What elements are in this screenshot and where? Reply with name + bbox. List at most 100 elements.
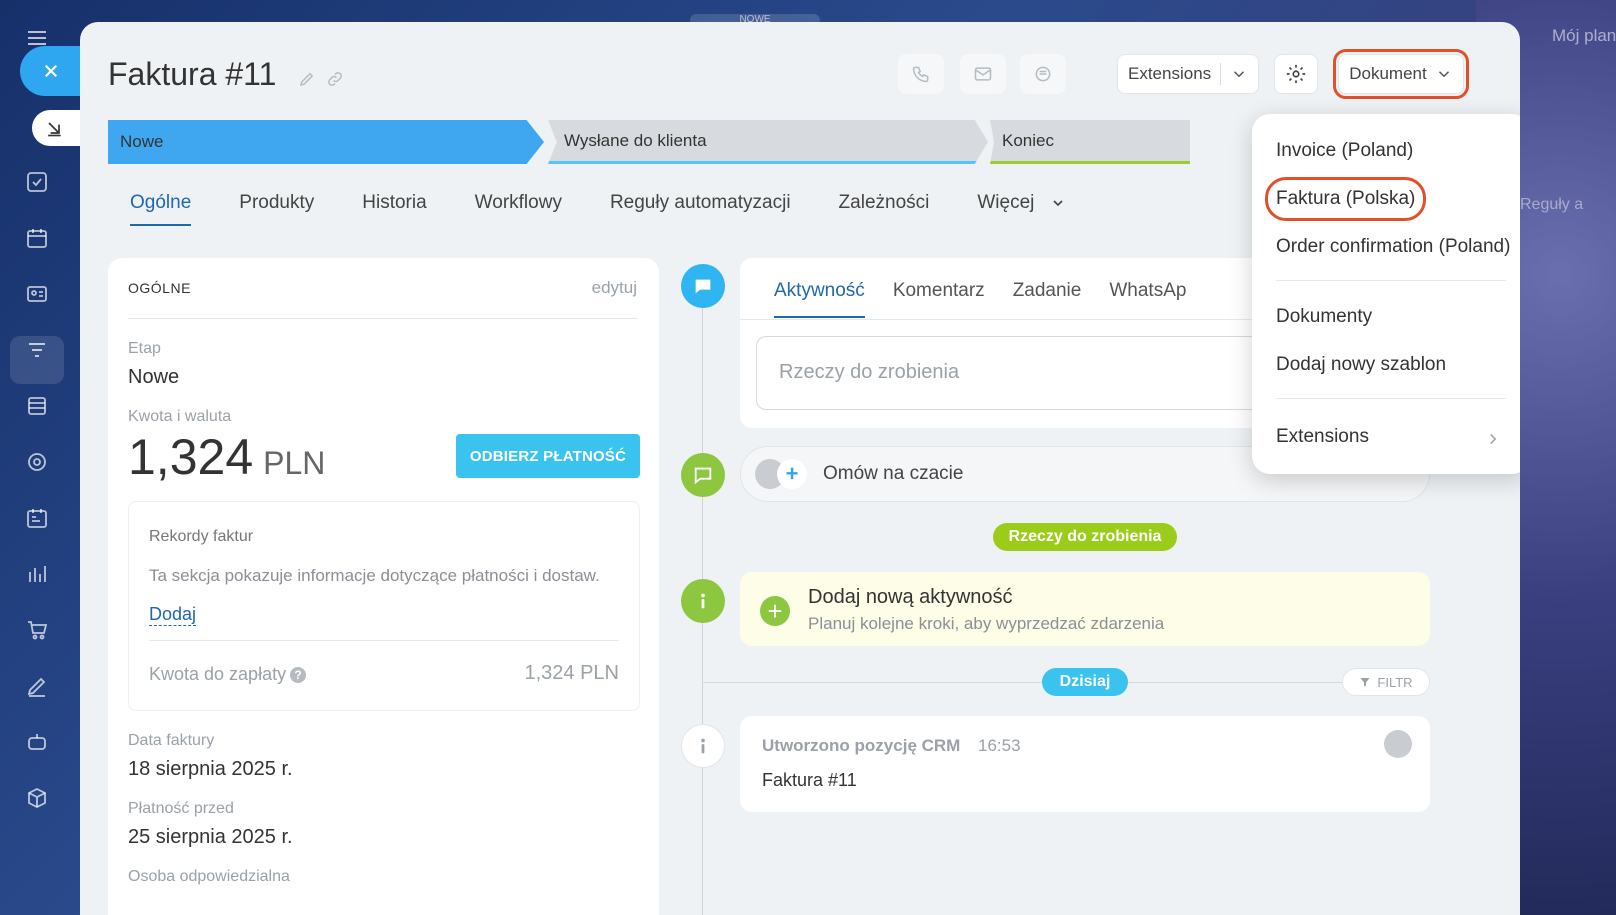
timeline-log-dot bbox=[681, 724, 725, 768]
tab-history[interactable]: Historia bbox=[362, 192, 426, 226]
chevron-down-icon bbox=[1053, 200, 1063, 207]
menu-item-add-template[interactable]: Dodaj nowy szablon bbox=[1276, 354, 1446, 376]
pencil-icon[interactable] bbox=[298, 70, 316, 88]
stage-new[interactable]: Nowe bbox=[108, 120, 544, 164]
background-rules-text: Reguły a bbox=[1520, 196, 1584, 213]
store-icon[interactable] bbox=[24, 394, 50, 418]
timeline-activity-dot bbox=[681, 264, 725, 308]
calendar-icon[interactable] bbox=[24, 226, 50, 250]
dokument-button[interactable]: Dokument bbox=[1333, 49, 1469, 99]
page-title: Faktura #11 bbox=[108, 56, 277, 92]
todo-group-pill: Rzeczy do zrobienia bbox=[993, 523, 1177, 551]
sign-icon[interactable] bbox=[24, 674, 50, 698]
email-button[interactable] bbox=[960, 54, 1006, 94]
tab-dependencies[interactable]: Zależności bbox=[839, 192, 930, 226]
log-title: Utworzono pozycję CRM bbox=[762, 736, 961, 755]
records-description: Ta sekcja pokazuje informacje dotyczące … bbox=[149, 566, 600, 585]
responsible-label: Osoba odpowiedzialna bbox=[128, 868, 290, 885]
extensions-button[interactable]: Extensions bbox=[1117, 54, 1259, 94]
invoice-panel: Faktura #11 Extensions Dokument Nowe Wys… bbox=[80, 22, 1520, 915]
box-icon[interactable] bbox=[24, 786, 50, 810]
plus-icon[interactable]: + bbox=[777, 459, 807, 489]
tab-workflows[interactable]: Workflowy bbox=[475, 192, 562, 226]
invoice-date-value: 18 sierpnia 2025 r. bbox=[128, 758, 293, 780]
add-activity-subtitle: Planuj kolejne kroki, aby wyprzedzać zda… bbox=[808, 614, 1165, 633]
dokument-label: Dokument bbox=[1349, 64, 1427, 83]
stage-value: Nowe bbox=[128, 366, 180, 388]
add-record-link[interactable]: Dodaj bbox=[149, 604, 197, 626]
tab-automation-rules[interactable]: Reguły automatyzacji bbox=[610, 192, 791, 226]
tab-general[interactable]: Ogólne bbox=[130, 192, 192, 226]
extensions-label: Extensions bbox=[1128, 64, 1212, 83]
chat-icon bbox=[1035, 66, 1051, 82]
add-activity-title: Dodaj nową aktywność bbox=[808, 586, 1013, 608]
robot-icon[interactable] bbox=[24, 730, 50, 754]
pay-before-value: 25 sierpnia 2025 r. bbox=[128, 826, 293, 848]
link-icon[interactable] bbox=[326, 70, 344, 88]
chevron-down-icon bbox=[1438, 71, 1449, 78]
stage-end[interactable]: Koniec bbox=[990, 120, 1190, 164]
planner-icon[interactable] bbox=[24, 506, 50, 530]
stage-sent[interactable]: Wysłane do klienta bbox=[548, 120, 988, 164]
plus-circle-icon[interactable]: + bbox=[760, 596, 790, 626]
amount-due-label: Kwota do zapłaty ? bbox=[149, 664, 307, 685]
log-time: 16:53 bbox=[978, 736, 1021, 755]
amount-due-value: 1,324 PLN bbox=[524, 662, 619, 684]
avatar[interactable] bbox=[1384, 730, 1412, 758]
activity-tabs: Aktywność Komentarz Zadanie WhatsAp bbox=[774, 280, 1186, 318]
chat-button[interactable] bbox=[1020, 54, 1066, 94]
contacts-icon[interactable] bbox=[24, 282, 50, 306]
pay-before-label: Płatność przed bbox=[128, 800, 234, 817]
general-heading: OGÓLNE bbox=[128, 280, 191, 296]
timeline-info-dot bbox=[681, 579, 725, 623]
settings-button[interactable] bbox=[1274, 54, 1318, 94]
log-body: Faktura #11 bbox=[762, 770, 857, 790]
background-my-plan: Mój plan bbox=[1552, 26, 1616, 45]
call-button[interactable] bbox=[898, 54, 944, 94]
arrow-down-right-icon bbox=[48, 122, 61, 137]
general-card: OGÓLNE edytuj Etap Nowe Kwota i waluta 1… bbox=[108, 258, 659, 915]
tasks-icon[interactable] bbox=[24, 170, 50, 194]
info-icon bbox=[701, 593, 705, 609]
title-actions bbox=[298, 70, 344, 88]
tab-whatsapp[interactable]: WhatsAp bbox=[1109, 280, 1186, 318]
target-icon[interactable] bbox=[24, 450, 50, 474]
stage-label: Etap bbox=[128, 340, 161, 357]
info-icon bbox=[701, 738, 705, 754]
receive-payment-button[interactable]: ODBIERZ PŁATNOŚĆ bbox=[456, 434, 640, 478]
chevron-right-icon bbox=[1490, 433, 1497, 445]
close-icon bbox=[44, 64, 58, 78]
today-pill: Dzisiaj bbox=[1042, 668, 1128, 696]
chat-bubble-icon bbox=[694, 467, 712, 485]
gear-icon bbox=[1286, 64, 1306, 84]
dokument-dropdown-menu: Invoice (Poland) Faktura (Polska) Order … bbox=[1252, 114, 1520, 474]
chevron-down-icon bbox=[1233, 71, 1245, 78]
funnel-icon[interactable] bbox=[24, 338, 50, 362]
records-title: Rekordy faktur bbox=[149, 528, 254, 545]
tab-comment[interactable]: Komentarz bbox=[893, 280, 985, 318]
menu-item-invoice-poland[interactable]: Invoice (Poland) bbox=[1276, 140, 1413, 162]
filter-icon bbox=[1360, 678, 1370, 687]
tab-products[interactable]: Produkty bbox=[239, 192, 314, 226]
menu-item-faktura-polska[interactable]: Faktura (Polska) bbox=[1264, 177, 1427, 221]
menu-item-order-confirmation[interactable]: Order confirmation (Poland) bbox=[1276, 236, 1510, 258]
history-log-item: Utworzono pozycję CRM 16:53 Faktura #11 bbox=[740, 716, 1430, 812]
add-activity-card[interactable]: + Dodaj nową aktywność Planuj kolejne kr… bbox=[740, 572, 1430, 646]
timeline-chat-dot bbox=[681, 453, 725, 497]
menu-item-extensions[interactable]: Extensions bbox=[1276, 426, 1369, 448]
filter-button[interactable]: FILTR bbox=[1342, 668, 1430, 696]
phone-icon bbox=[912, 66, 929, 83]
amount-currency: PLN bbox=[263, 445, 326, 481]
close-panel-button[interactable] bbox=[20, 46, 88, 96]
amount-display: 1,324 PLN bbox=[128, 428, 325, 486]
cart-icon[interactable] bbox=[24, 618, 50, 642]
analytics-icon[interactable] bbox=[24, 562, 50, 586]
mail-icon bbox=[974, 67, 992, 81]
tab-activity[interactable]: Aktywność bbox=[774, 280, 865, 318]
tab-task[interactable]: Zadanie bbox=[1013, 280, 1082, 318]
menu-item-documents[interactable]: Dokumenty bbox=[1276, 306, 1372, 328]
edit-link[interactable]: edytuj bbox=[592, 278, 637, 298]
amount-value: 1,324 bbox=[128, 429, 254, 485]
help-icon[interactable]: ? bbox=[290, 666, 307, 683]
tab-more[interactable]: Więcej bbox=[977, 192, 1065, 226]
